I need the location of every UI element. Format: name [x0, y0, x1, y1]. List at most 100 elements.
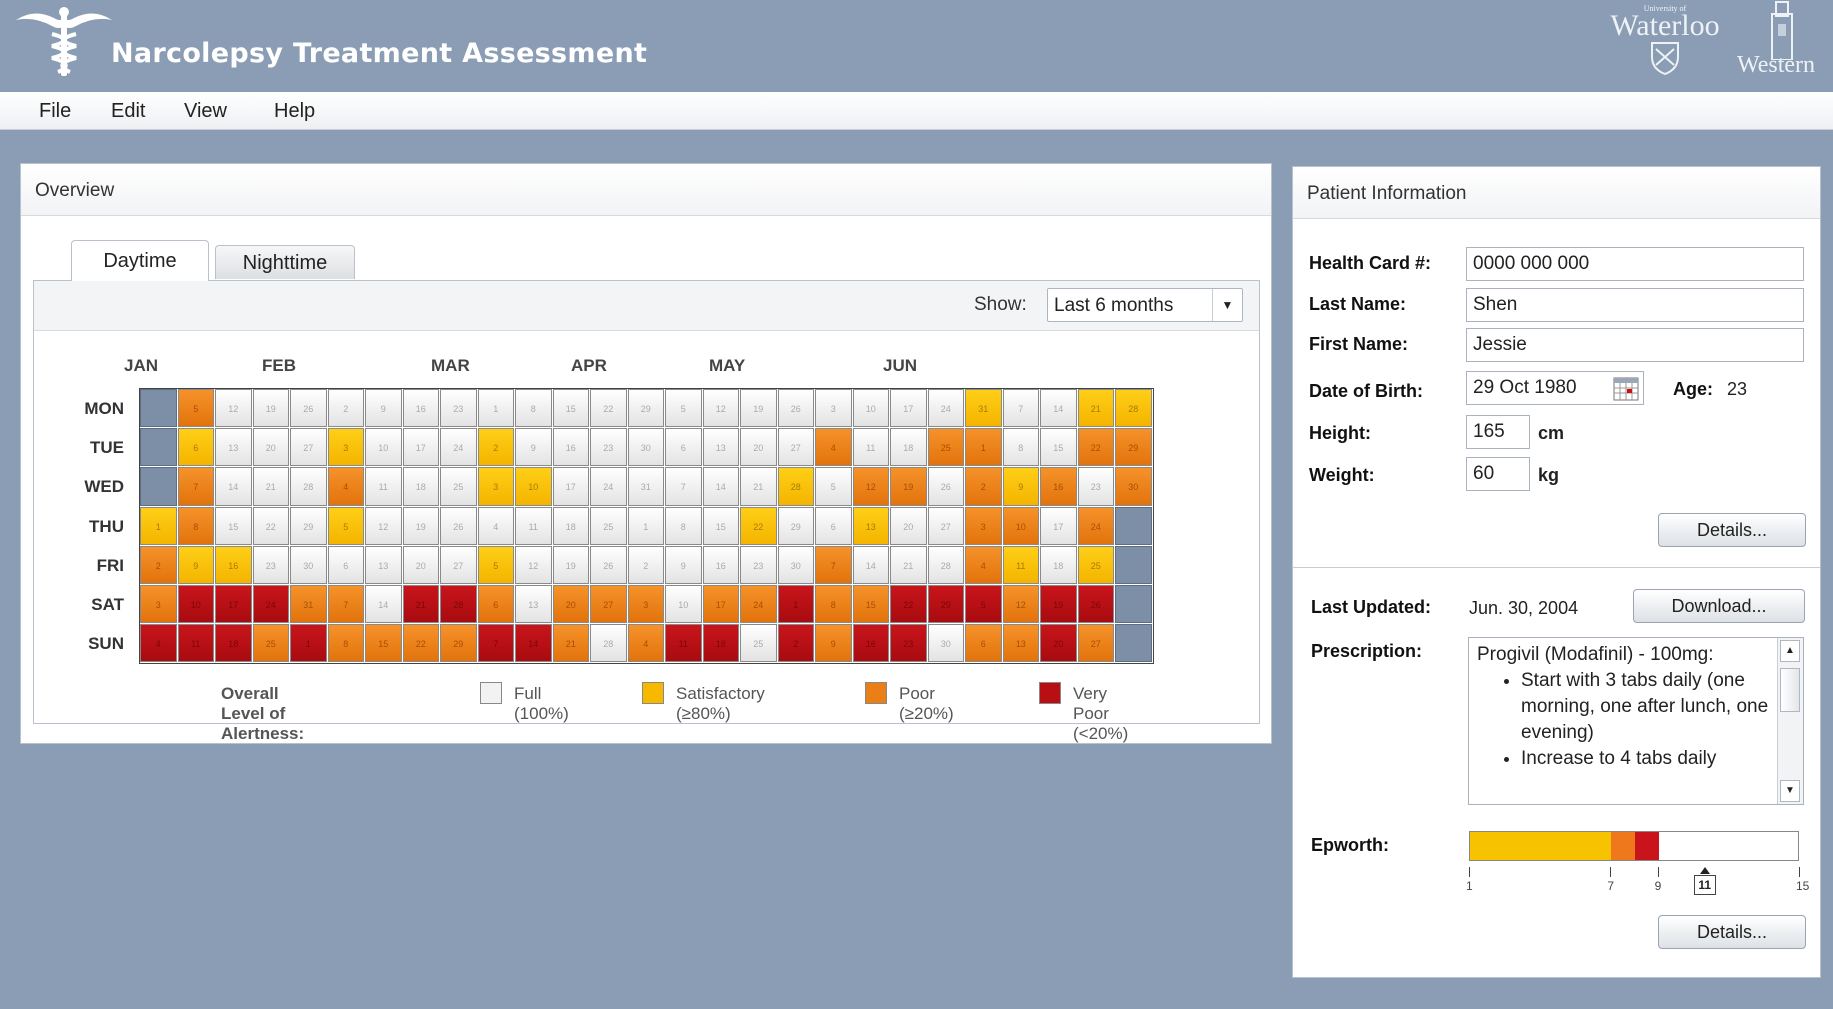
calendar-day-cell[interactable]: 29: [290, 506, 327, 545]
calendar-day-cell[interactable]: 12: [215, 389, 252, 428]
patient-details-button[interactable]: Details...: [1658, 513, 1806, 547]
scroll-down-icon[interactable]: ▼: [1780, 780, 1800, 802]
calendar-day-cell[interactable]: 11: [365, 467, 402, 506]
calendar-day-cell[interactable]: 1: [140, 506, 177, 545]
calendar-day-cell[interactable]: 28: [440, 585, 477, 624]
calendar-day-cell[interactable]: 7: [477, 624, 514, 663]
calendar-day-cell[interactable]: 1: [627, 506, 664, 545]
calendar-day-cell[interactable]: 10: [1002, 506, 1039, 545]
calendar-day-cell[interactable]: 9: [515, 428, 552, 467]
calendar-day-cell[interactable]: 11: [1002, 545, 1039, 584]
calendar-day-cell[interactable]: 11: [665, 624, 702, 663]
calendar-day-cell[interactable]: 28: [590, 624, 627, 663]
calendar-day-cell[interactable]: 23: [440, 389, 477, 428]
calendar-day-cell[interactable]: 9: [815, 624, 852, 663]
calendar-day-cell[interactable]: 21: [252, 467, 289, 506]
calendar-day-cell[interactable]: 12: [1002, 585, 1039, 624]
calendar-day-cell[interactable]: 8: [665, 506, 702, 545]
calendar-day-cell[interactable]: 3: [327, 428, 364, 467]
calendar-day-cell[interactable]: 12: [365, 506, 402, 545]
calendar-day-cell[interactable]: 27: [590, 585, 627, 624]
calendar-day-cell[interactable]: 11: [177, 624, 214, 663]
calendar-day-cell[interactable]: 5: [177, 389, 214, 428]
calendar-day-cell[interactable]: 10: [515, 467, 552, 506]
calendar-day-cell[interactable]: 2: [777, 624, 814, 663]
first-name-field[interactable]: Jessie: [1466, 328, 1804, 362]
calendar-day-cell[interactable]: 18: [215, 624, 252, 663]
calendar-day-cell[interactable]: 6: [965, 624, 1002, 663]
calendar-day-cell[interactable]: 14: [215, 467, 252, 506]
calendar-day-cell[interactable]: 22: [1077, 428, 1114, 467]
calendar-day-cell[interactable]: 6: [815, 506, 852, 545]
calendar-day-cell[interactable]: 20: [890, 506, 927, 545]
calendar-day-cell[interactable]: 13: [215, 428, 252, 467]
calendar-day-cell[interactable]: 10: [665, 585, 702, 624]
calendar-day-cell[interactable]: 10: [852, 389, 889, 428]
calendar-day-cell[interactable]: 23: [252, 545, 289, 584]
calendar-day-cell[interactable]: 29: [440, 624, 477, 663]
calendar-day-cell[interactable]: 21: [402, 585, 439, 624]
calendar-day-cell[interactable]: 27: [777, 428, 814, 467]
calendar-day-cell[interactable]: 2: [627, 545, 664, 584]
calendar-day-cell[interactable]: 9: [365, 389, 402, 428]
calendar-day-cell[interactable]: 28: [1115, 389, 1152, 428]
calendar-day-cell[interactable]: 27: [927, 506, 964, 545]
calendar-day-cell[interactable]: 26: [927, 467, 964, 506]
calendar-day-cell[interactable]: 17: [702, 585, 739, 624]
calendar-day-cell[interactable]: 29: [927, 585, 964, 624]
show-period-select[interactable]: Last 6 months ▼: [1047, 288, 1243, 322]
calendar-day-cell[interactable]: 21: [740, 467, 777, 506]
calendar-day-cell[interactable]: 18: [890, 428, 927, 467]
calendar-day-cell[interactable]: 2: [140, 545, 177, 584]
prescription-textarea[interactable]: Progivil (Modafinil) - 100mg: Start with…: [1468, 637, 1804, 805]
calendar-day-cell[interactable]: 16: [702, 545, 739, 584]
calendar-day-cell[interactable]: 19: [1040, 585, 1077, 624]
calendar-day-cell[interactable]: 31: [627, 467, 664, 506]
calendar-day-cell[interactable]: 27: [1077, 624, 1114, 663]
calendar-day-cell[interactable]: 17: [402, 428, 439, 467]
calendar-day-cell[interactable]: 5: [327, 506, 364, 545]
calendar-day-cell[interactable]: 8: [1002, 428, 1039, 467]
calendar-day-cell[interactable]: 13: [515, 585, 552, 624]
calendar-day-cell[interactable]: 7: [177, 467, 214, 506]
calendar-day-cell[interactable]: 24: [590, 467, 627, 506]
calendar-day-cell[interactable]: 28: [290, 467, 327, 506]
calendar-day-cell[interactable]: 25: [740, 624, 777, 663]
calendar-day-cell[interactable]: 13: [365, 545, 402, 584]
menu-edit[interactable]: Edit: [111, 100, 145, 123]
calendar-day-cell[interactable]: 4: [627, 624, 664, 663]
calendar-day-cell[interactable]: 25: [927, 428, 964, 467]
calendar-day-cell[interactable]: 29: [1115, 428, 1152, 467]
calendar-day-cell[interactable]: 15: [702, 506, 739, 545]
calendar-day-cell[interactable]: 29: [627, 389, 664, 428]
calendar-day-cell[interactable]: 25: [590, 506, 627, 545]
calendar-day-cell[interactable]: 11: [515, 506, 552, 545]
calendar-day-cell[interactable]: 6: [327, 545, 364, 584]
calendar-day-cell[interactable]: 10: [177, 585, 214, 624]
epworth-details-button[interactable]: Details...: [1658, 915, 1806, 949]
calendar-day-cell[interactable]: 25: [440, 467, 477, 506]
calendar-day-cell[interactable]: 14: [852, 545, 889, 584]
calendar-day-cell[interactable]: 3: [140, 585, 177, 624]
calendar-day-cell[interactable]: 4: [965, 545, 1002, 584]
calendar-day-cell[interactable]: 1: [290, 624, 327, 663]
calendar-day-cell[interactable]: 9: [665, 545, 702, 584]
calendar-day-cell[interactable]: 21: [890, 545, 927, 584]
calendar-day-cell[interactable]: 20: [740, 428, 777, 467]
calendar-day-cell[interactable]: 26: [440, 506, 477, 545]
calendar-day-cell[interactable]: 12: [852, 467, 889, 506]
download-button[interactable]: Download...: [1633, 589, 1805, 623]
last-name-field[interactable]: Shen: [1466, 288, 1804, 322]
calendar-day-cell[interactable]: 25: [1077, 545, 1114, 584]
calendar-day-cell[interactable]: 31: [965, 389, 1002, 428]
calendar-day-cell[interactable]: 13: [1002, 624, 1039, 663]
calendar-day-cell[interactable]: 16: [852, 624, 889, 663]
calendar-day-cell[interactable]: 19: [740, 389, 777, 428]
calendar-day-cell[interactable]: 7: [327, 585, 364, 624]
calendar-day-cell[interactable]: 8: [815, 585, 852, 624]
calendar-day-cell[interactable]: 18: [1040, 545, 1077, 584]
calendar-day-cell[interactable]: 23: [590, 428, 627, 467]
prescription-scrollbar[interactable]: ▲ ▼: [1777, 638, 1803, 804]
calendar-day-cell[interactable]: 7: [665, 467, 702, 506]
calendar-day-cell[interactable]: 22: [402, 624, 439, 663]
